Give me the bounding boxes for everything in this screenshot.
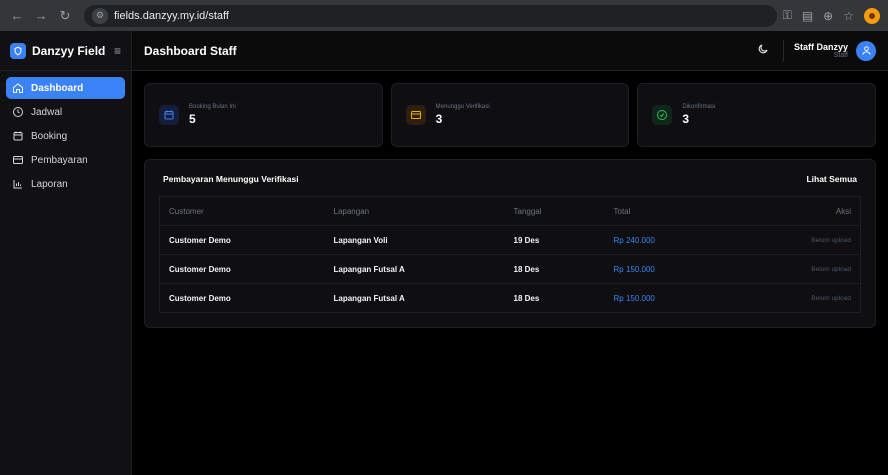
sidebar-item-label: Laporan <box>31 178 68 190</box>
sidebar-item-dashboard[interactable]: Dashboard <box>6 77 125 99</box>
column-header: Aksi <box>733 196 861 226</box>
forward-icon[interactable]: → <box>32 8 50 23</box>
column-header: Lapangan <box>324 196 505 226</box>
user-icon <box>861 46 871 55</box>
browser-toolbar: ← → ↻ ⚙ fields.danzyy.my.id/staff ⚿ ▤ ⊕ … <box>0 0 888 31</box>
theme-toggle-icon[interactable] <box>757 43 769 58</box>
stat-label: Dikonfirmasi <box>682 104 716 110</box>
sidebar-item-booking[interactable]: Booking <box>6 125 125 147</box>
payments-table: Customer Lapangan Tanggal Total Aksi Cus… <box>159 196 861 313</box>
cell-lapangan: Lapangan Futsal A <box>324 254 505 284</box>
cell-lapangan: Lapangan Voli <box>324 225 505 255</box>
calendar-icon <box>13 131 23 141</box>
cell-customer: Customer Demo <box>169 293 231 303</box>
stat-value: 3 <box>435 112 443 126</box>
table-header-row: Customer Lapangan Tanggal Total Aksi <box>159 196 861 226</box>
sidebar: Danzyy Field ≡ Dashboard Jadwal Booking … <box>0 31 132 475</box>
site-info-icon[interactable]: ⚙ <box>92 7 108 24</box>
cell-tanggal: 18 Des <box>504 254 605 284</box>
translate-icon[interactable]: ▤ <box>802 9 813 23</box>
column-header: Customer <box>159 196 325 226</box>
reload-icon[interactable]: ↻ <box>56 8 74 24</box>
url-text: fields.danzyy.my.id/staff <box>114 9 229 22</box>
user-name: Staff Danzyy <box>793 42 848 52</box>
cell-total: Rp 150.000 <box>604 254 734 284</box>
stat-label: Menunggu Verifikasi <box>435 104 490 110</box>
back-icon[interactable]: ← <box>8 8 26 23</box>
cell-customer: Customer Demo <box>159 254 325 284</box>
card-icon <box>405 105 426 125</box>
sidebar-item-jadwal[interactable]: Jadwal <box>6 101 125 123</box>
calendar-icon <box>159 105 179 125</box>
stat-value: 5 <box>189 112 196 126</box>
cell-lapangan: Lapangan Futsal A <box>333 293 405 303</box>
stat-label: Booking Bulan Ini <box>189 104 236 110</box>
panel-title: Pembayaran Menunggu Verifikasi <box>163 174 299 184</box>
address-bar[interactable]: ⚙ fields.danzyy.my.id/staff <box>84 4 777 27</box>
cell-aksi: Belum upload <box>811 294 851 302</box>
clock-icon <box>13 107 23 117</box>
sidebar-item-label: Dashboard <box>31 82 84 94</box>
stat-card-confirmed: Dikonfirmasi 3 <box>637 83 877 147</box>
shield-icon <box>10 42 26 59</box>
check-circle-icon <box>652 105 673 125</box>
bar-chart-icon <box>13 180 22 189</box>
see-all-link[interactable]: Lihat Semua <box>806 174 857 184</box>
page-title: Dashboard Staff <box>144 43 237 58</box>
cell-aksi: Belum upload <box>733 254 861 284</box>
cell-tanggal: 19 Des <box>504 225 605 255</box>
column-header: Tanggal <box>504 196 605 226</box>
stat-value: 3 <box>682 112 690 126</box>
card-icon <box>13 156 23 164</box>
stats-row: Booking Bulan Ini 5 Menunggu Verifikasi … <box>144 83 877 147</box>
user-role: Staff <box>833 52 848 59</box>
password-key-icon[interactable]: ⚿ <box>783 8 792 23</box>
main-content: Dashboard Staff Staff Danzyy Staff Booki… <box>132 31 888 475</box>
home-icon <box>13 83 23 93</box>
sidebar-menu: Dashboard Jadwal Booking Pembayaran Lapo… <box>0 71 131 201</box>
cell-customer: Customer Demo <box>159 225 325 255</box>
sidebar-item-label: Booking <box>31 130 68 142</box>
pending-payments-panel: Pembayaran Menunggu Verifikasi Lihat Sem… <box>144 159 876 328</box>
stat-card-pending: Menunggu Verifikasi 3 <box>390 83 630 147</box>
topbar: Dashboard Staff Staff Danzyy Staff <box>132 31 888 71</box>
zoom-icon[interactable]: ⊕ <box>823 9 833 23</box>
cell-tanggal: 18 Des <box>513 293 540 303</box>
menu-toggle-icon[interactable]: ≡ <box>114 44 121 58</box>
brand-name: Danzyy Field <box>32 43 106 58</box>
cell-total: Rp 150.000 <box>613 293 655 303</box>
user-info: Staff Danzyy Staff <box>794 42 848 59</box>
table-row: Customer Demo Lapangan Futsal A 18 Des R… <box>159 254 861 284</box>
avatar[interactable] <box>856 40 876 61</box>
stat-card-booking: Booking Bulan Ini 5 <box>144 83 383 147</box>
cell-total: Rp 240.000 <box>604 225 734 255</box>
divider <box>782 39 784 62</box>
column-header: Total <box>604 196 734 226</box>
profile-icon[interactable] <box>864 7 880 24</box>
brand: Danzyy Field ≡ <box>0 31 131 71</box>
sidebar-item-laporan[interactable]: Laporan <box>6 173 125 195</box>
table-row: Customer Demo Lapangan Voli 19 Des Rp 24… <box>159 225 861 255</box>
bookmark-star-icon[interactable]: ☆ <box>843 9 854 23</box>
sidebar-item-label: Jadwal <box>31 106 63 118</box>
sidebar-item-pembayaran[interactable]: Pembayaran <box>6 149 125 171</box>
cell-aksi: Belum upload <box>733 225 861 255</box>
table-row: Customer Demo Lapangan Futsal A 18 Des R… <box>160 284 861 313</box>
sidebar-item-label: Pembayaran <box>31 154 88 166</box>
